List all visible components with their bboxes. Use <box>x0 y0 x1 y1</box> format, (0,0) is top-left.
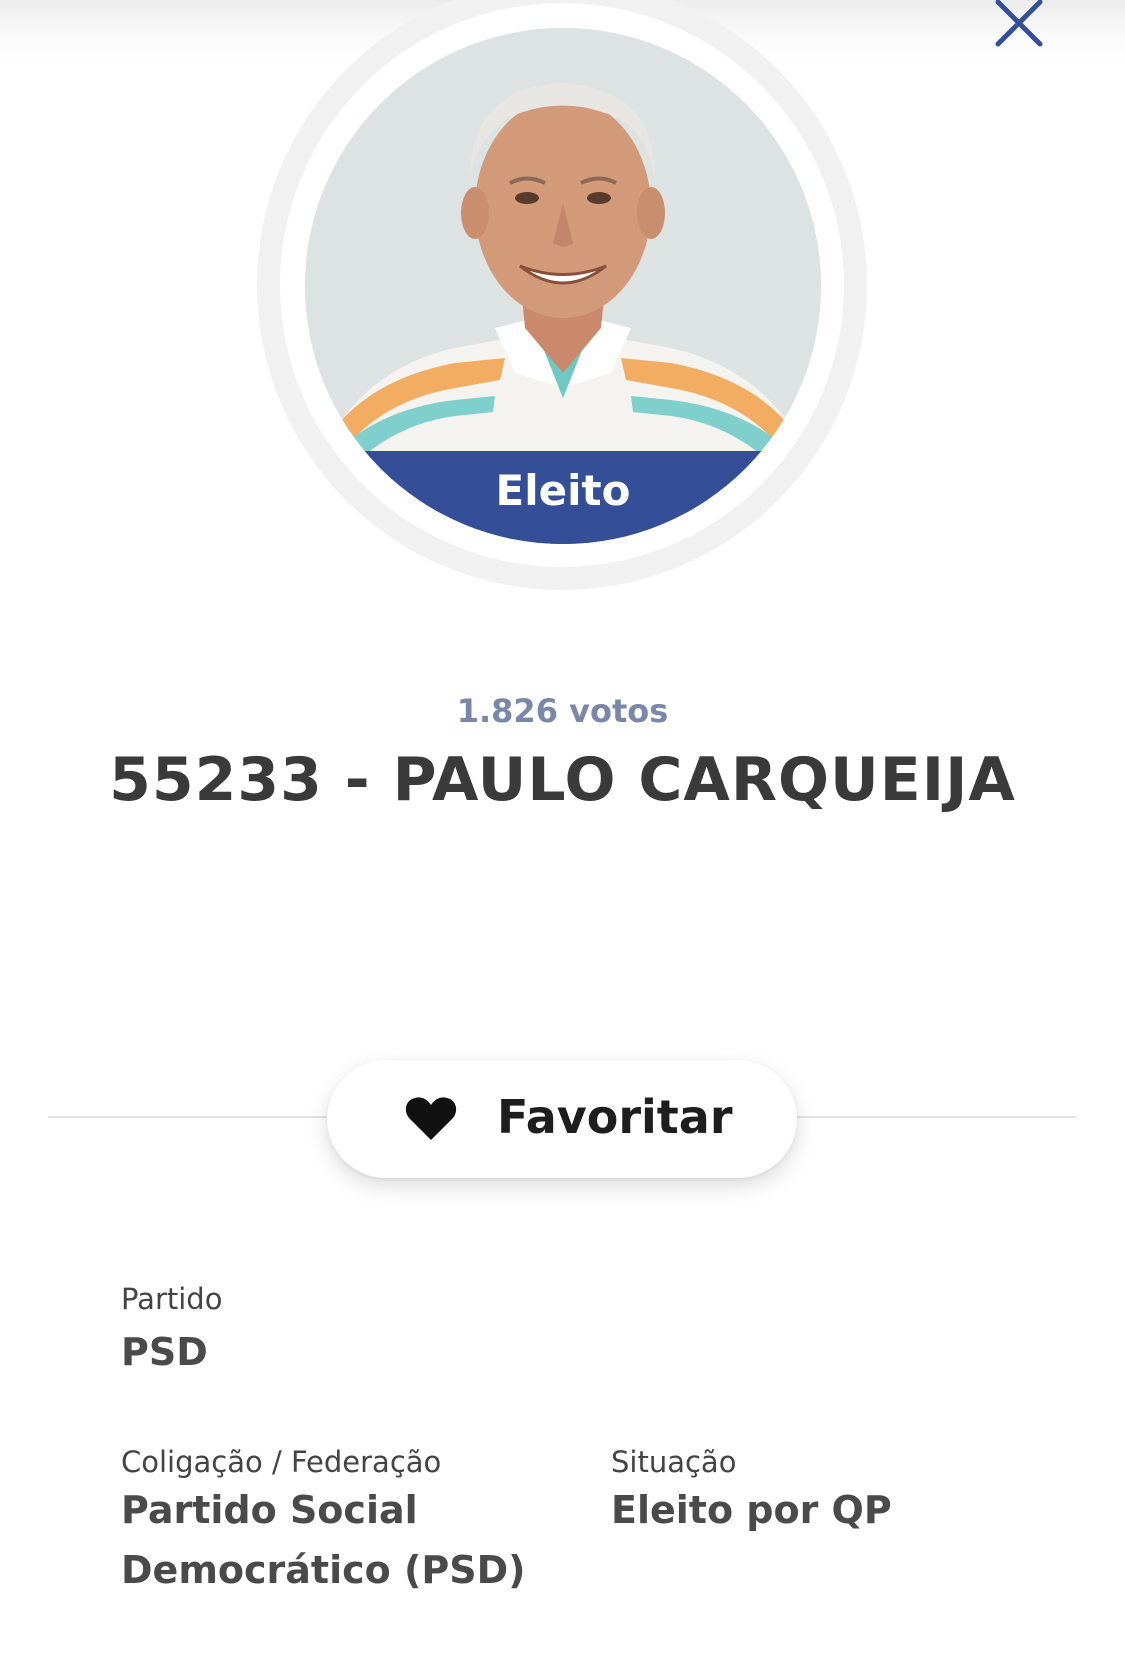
favorite-button[interactable]: Favoritar <box>327 1060 797 1178</box>
coalition-value-line1: Partido Social <box>121 1488 418 1532</box>
close-button[interactable] <box>990 0 1050 50</box>
heart-icon <box>405 1097 457 1140</box>
status-badge: Eleito <box>305 451 821 544</box>
candidate-name: 55233 - PAULO CARQUEIJA <box>109 745 1016 815</box>
close-icon <box>995 0 1043 47</box>
situation-value: Eleito por QP <box>611 1488 892 1532</box>
coalition-value-line2: Democrático (PSD) <box>121 1548 526 1592</box>
favorite-label: Favoritar <box>497 1090 733 1144</box>
party-value: PSD <box>121 1330 208 1374</box>
coalition-label: Coligação / Federação <box>121 1445 442 1479</box>
vote-count: 1.826 votos <box>456 692 669 730</box>
situation-label: Situação <box>611 1445 737 1479</box>
party-label: Partido <box>121 1282 223 1316</box>
candidate-avatar: Eleito <box>305 28 821 544</box>
